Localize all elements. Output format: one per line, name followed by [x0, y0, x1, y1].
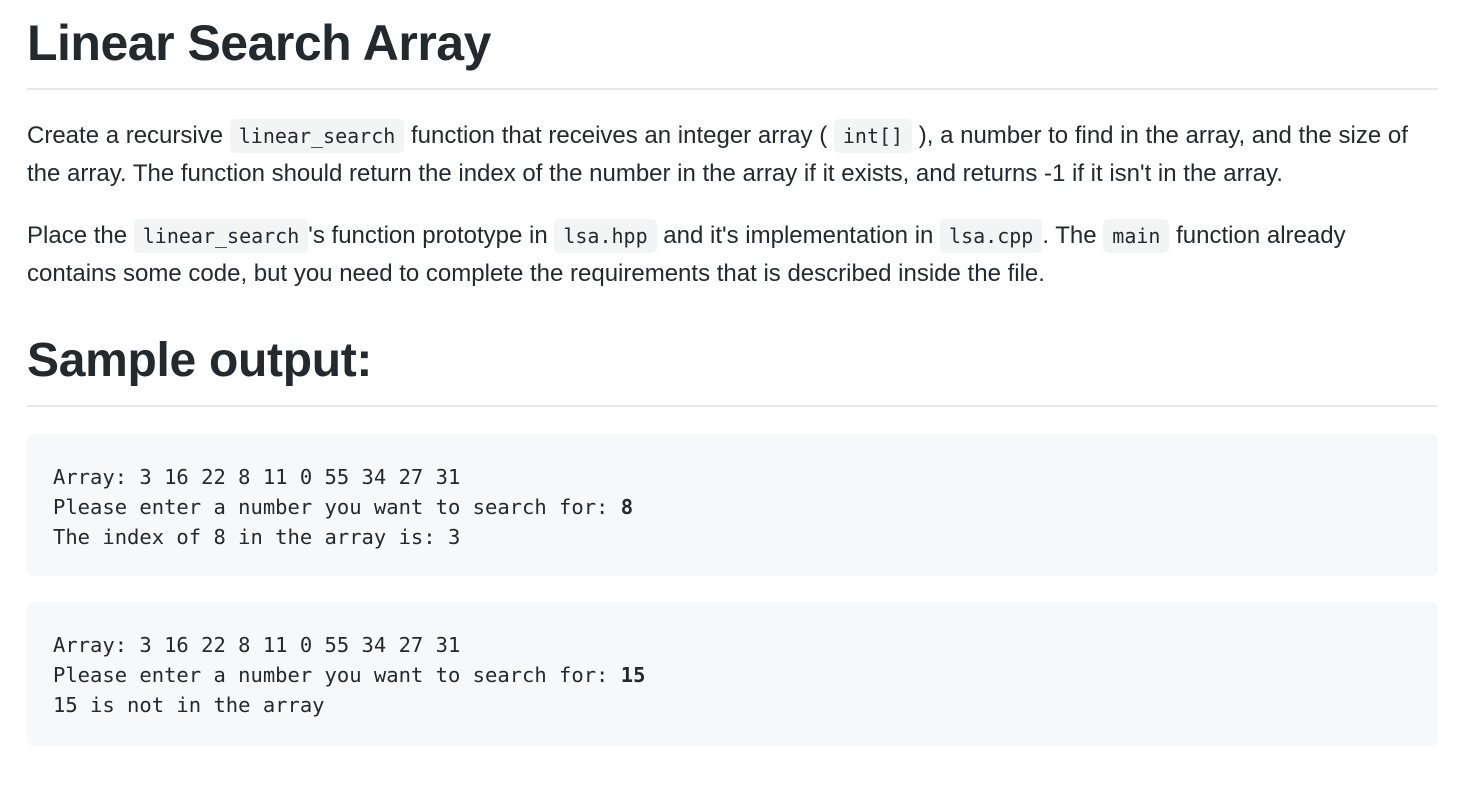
paragraph-text: and it's implementation in	[656, 222, 941, 249]
array-line: Array: 3 16 22 8 11 0 55 34 27 31	[53, 465, 461, 489]
prompt-text: Please enter a number you want to search…	[53, 663, 621, 687]
sample-output-heading: Sample output:	[27, 331, 1438, 407]
prompt-line: Please enter a number you want to search…	[53, 660, 1412, 690]
inline-code-int-array: int[]	[833, 119, 913, 153]
prompt-line: Please enter a number you want to search…	[53, 492, 1412, 522]
sample-output-block-1: Array: 3 16 22 8 11 0 55 34 27 31 Please …	[27, 434, 1438, 576]
paragraph-text: . The	[1042, 222, 1104, 249]
user-input: 8	[620, 495, 634, 519]
inline-code-main: main	[1103, 219, 1170, 253]
inline-code-lsa-cpp: lsa.cpp	[940, 219, 1043, 253]
sample-output-block-2: Array: 3 16 22 8 11 0 55 34 27 31 Please …	[27, 602, 1438, 746]
page-title: Linear Search Array	[27, 0, 1438, 90]
prompt-text: Please enter a number you want to search…	[53, 495, 621, 519]
instructions-paragraph: Place the linear_search's function proto…	[27, 217, 1438, 293]
inline-code-linear-search: linear_search	[229, 119, 405, 153]
result-line: 15 is not in the array	[53, 693, 325, 717]
paragraph-text: 's function prototype in	[308, 222, 555, 249]
result-line: The index of 8 in the array is: 3	[53, 525, 461, 549]
paragraph-text: function that receives an integer array …	[404, 122, 834, 149]
user-input: 15	[620, 663, 646, 687]
markdown-document: Linear Search Array Create a recursive l…	[0, 0, 1484, 746]
paragraph-text: Place the	[27, 222, 134, 249]
paragraph-text: Create a recursive	[27, 122, 230, 149]
inline-code-lsa-hpp: lsa.hpp	[554, 219, 657, 253]
array-line: Array: 3 16 22 8 11 0 55 34 27 31	[53, 633, 461, 657]
description-paragraph: Create a recursive linear_search functio…	[27, 117, 1438, 193]
inline-code-linear-search: linear_search	[133, 219, 309, 253]
